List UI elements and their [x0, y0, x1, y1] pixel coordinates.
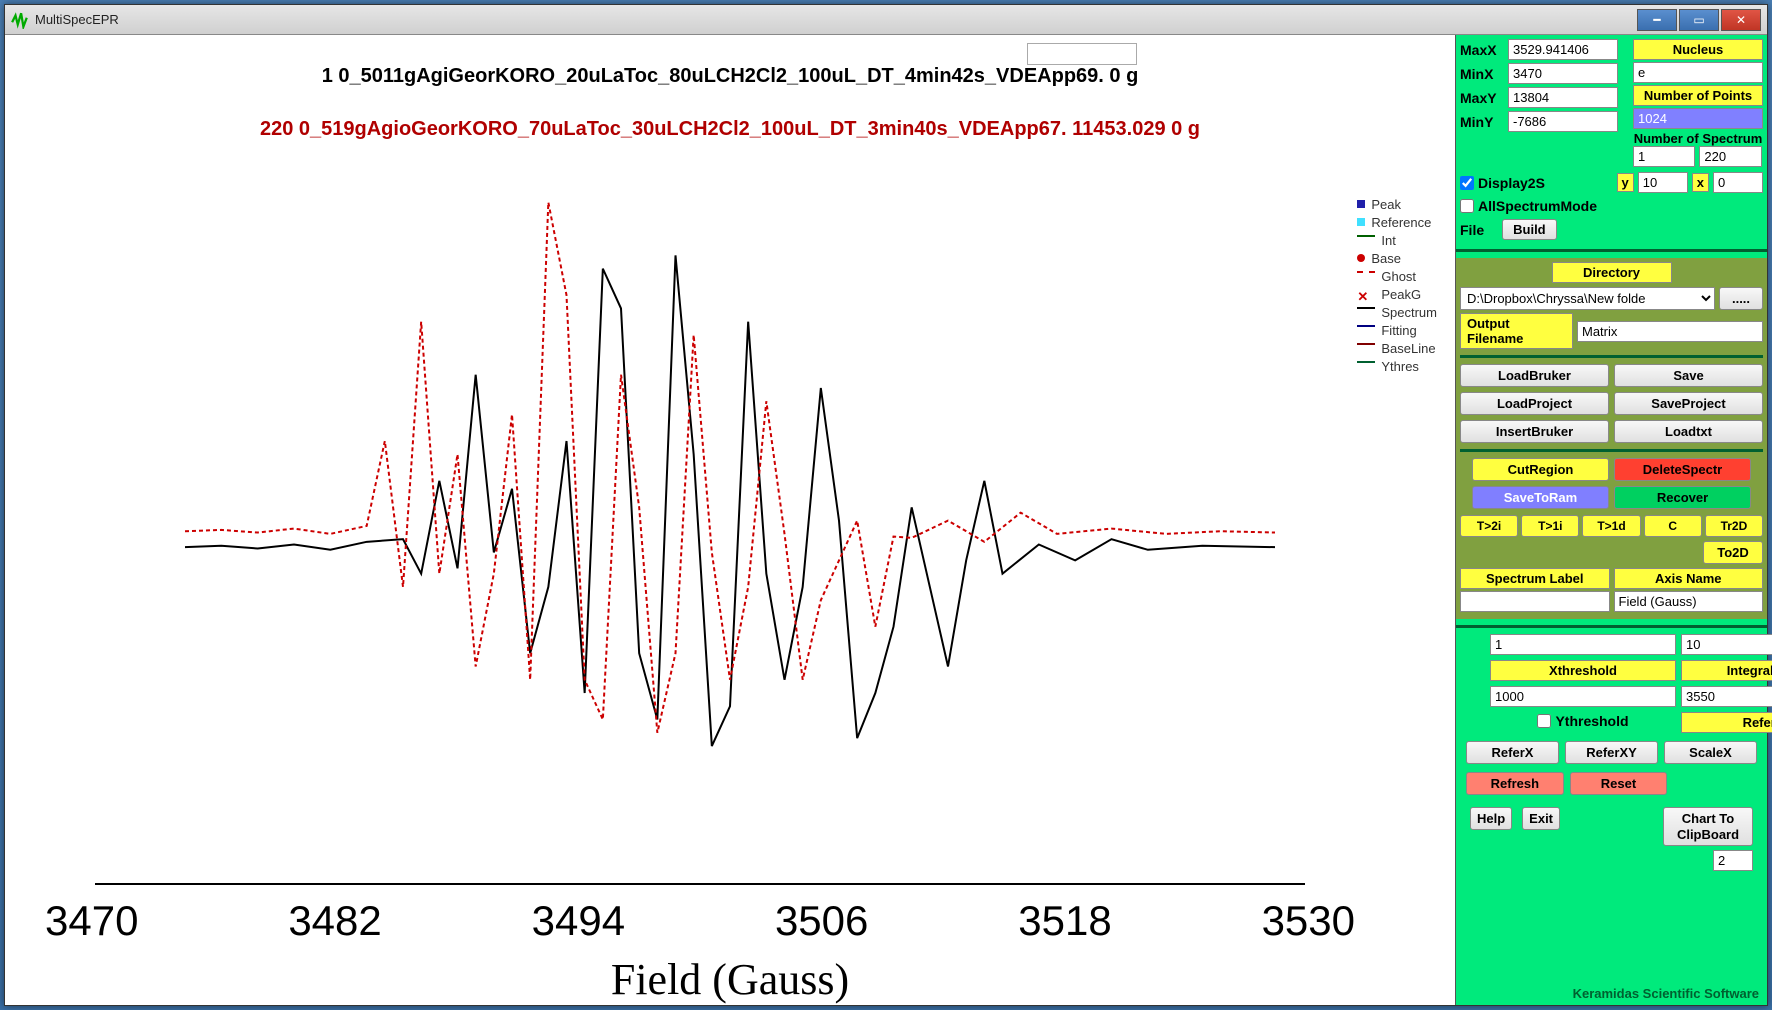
directory-label: Directory [1552, 262, 1672, 283]
chart-title-1: 1 0_5011gAgiGeorKORO_20uLaToc_80uLCH2Cl2… [15, 65, 1445, 88]
display-x-label: x [1692, 173, 1709, 192]
side-panel: MaxX MinX MaxY MinY Nucleus Number of Po… [1455, 35, 1767, 1005]
maxy-label: MaxY [1460, 90, 1504, 106]
x-axis [95, 883, 1305, 885]
app-icon [11, 11, 29, 29]
nspectrum-b-input[interactable] [1699, 146, 1761, 167]
xthreshold-input[interactable] [1490, 686, 1676, 707]
footer-credit: Keramidas Scientific Software [1573, 986, 1759, 1001]
nspectrum-a-input[interactable] [1633, 146, 1695, 167]
nucleus-label: Nucleus [1633, 39, 1763, 60]
referx-button[interactable]: ReferX [1466, 741, 1559, 764]
savetoram-button[interactable]: SaveToRam [1472, 486, 1609, 509]
chart-to-clipboard-button[interactable]: Chart To ClipBoard [1663, 807, 1753, 846]
loadtxt-button[interactable]: Loadtxt [1614, 420, 1763, 443]
legend-ghost: Ghost [1381, 269, 1416, 284]
legend-peakg: PeakG [1381, 287, 1421, 302]
display2s-checkbox[interactable] [1460, 176, 1474, 190]
save-button[interactable]: Save [1614, 364, 1763, 387]
reset-button[interactable]: Reset [1570, 772, 1668, 795]
refresh-button[interactable]: Refresh [1466, 772, 1564, 795]
minx-label: MinX [1460, 66, 1504, 82]
minimize-button[interactable]: ━ [1637, 9, 1677, 31]
display-x-input[interactable] [1713, 172, 1763, 193]
loadproject-button[interactable]: LoadProject [1460, 392, 1609, 415]
integral-region-label: Integral Region [1681, 660, 1772, 681]
legend-reference: Reference [1371, 215, 1431, 230]
file-label: File [1460, 222, 1484, 238]
deletespectr-button[interactable]: DeleteSpectr [1614, 458, 1751, 481]
output-filename-label: Output Filename [1460, 313, 1573, 349]
window-title: MultiSpecEPR [35, 12, 1637, 27]
top-search-input[interactable] [1027, 43, 1137, 65]
miny-label: MinY [1460, 114, 1504, 130]
nucleus-input[interactable] [1633, 62, 1763, 83]
axis-name-label: Axis Name [1614, 568, 1764, 589]
reference-label: Reference [1681, 712, 1772, 733]
t2i-button[interactable]: T>2i [1460, 515, 1518, 537]
display-y-label: y [1617, 173, 1634, 192]
legend-int: Int [1381, 233, 1395, 248]
tr2d-button[interactable]: Tr2D [1705, 515, 1763, 537]
output-filename-input[interactable] [1577, 321, 1763, 342]
maxx-label: MaxX [1460, 42, 1504, 58]
npoints-input[interactable] [1633, 108, 1763, 129]
legend-ythres: Ythres [1381, 359, 1419, 374]
display-y-input[interactable] [1638, 172, 1688, 193]
legend-spectrum: Spectrum [1381, 305, 1437, 320]
directory-browse-button[interactable]: ..... [1719, 287, 1763, 310]
x-ticks: 3470 3482 3494 3506 3518 3530 [45, 897, 1355, 945]
scalex-button[interactable]: ScaleX [1664, 741, 1757, 764]
referxy-button[interactable]: ReferXY [1565, 741, 1658, 764]
spectrum-chart [165, 141, 1295, 781]
nspectrum-label: Number of Spectrum [1633, 131, 1763, 146]
thresh-b-input[interactable] [1681, 634, 1772, 655]
chart-clipboard-n-input[interactable] [1713, 850, 1753, 871]
build-button[interactable]: Build [1502, 219, 1557, 240]
x-axis-label: Field (Gauss) [5, 954, 1455, 1005]
cutregion-button[interactable]: CutRegion [1472, 458, 1609, 481]
legend-base: Base [1371, 251, 1401, 266]
xthreshold-label: Xthreshold [1490, 660, 1676, 681]
close-button[interactable]: ✕ [1721, 9, 1761, 31]
allspectrum-checkbox[interactable] [1460, 199, 1474, 213]
miny-input[interactable] [1508, 111, 1618, 132]
chart-area: 1 0_5011gAgiGeorKORO_20uLaToc_80uLCH2Cl2… [5, 35, 1455, 1005]
saveproject-button[interactable]: SaveProject [1614, 392, 1763, 415]
chart-title-2: 220 0_519gAgioGeorKORO_70uLaToc_30uLCH2C… [15, 118, 1445, 141]
spectrum-label-input[interactable] [1460, 591, 1610, 612]
exit-button[interactable]: Exit [1522, 807, 1560, 830]
recover-button[interactable]: Recover [1614, 486, 1751, 509]
minx-input[interactable] [1508, 63, 1618, 84]
integral-region-input[interactable] [1681, 686, 1772, 707]
ythreshold-label: Ythreshold [1555, 713, 1628, 729]
ythreshold-checkbox[interactable] [1537, 714, 1551, 728]
allspectrum-label: AllSpectrumMode [1478, 198, 1597, 214]
npoints-label: Number of Points [1633, 85, 1763, 106]
legend: Peak Reference Int Base Ghost ✕PeakG Spe… [1357, 195, 1437, 375]
display2s-label: Display2S [1478, 175, 1545, 191]
legend-baseline: BaseLine [1381, 341, 1435, 356]
maxx-input[interactable] [1508, 39, 1618, 60]
t1d-button[interactable]: T>1d [1582, 515, 1640, 537]
help-button[interactable]: Help [1470, 807, 1512, 830]
thresh-a-input[interactable] [1490, 634, 1676, 655]
legend-fitting: Fitting [1381, 323, 1416, 338]
legend-peak: Peak [1371, 197, 1401, 212]
t1i-button[interactable]: T>1i [1521, 515, 1579, 537]
insertbruker-button[interactable]: InsertBruker [1460, 420, 1609, 443]
maxy-input[interactable] [1508, 87, 1618, 108]
titlebar: MultiSpecEPR ━ ▭ ✕ [5, 5, 1767, 35]
axis-name-input[interactable] [1614, 591, 1764, 612]
spectrum-label-label: Spectrum Label [1460, 568, 1610, 589]
c-button[interactable]: C [1644, 515, 1702, 537]
directory-select[interactable]: D:\Dropbox\Chryssa\New folde [1460, 287, 1715, 310]
loadbruker-button[interactable]: LoadBruker [1460, 364, 1609, 387]
maximize-button[interactable]: ▭ [1679, 9, 1719, 31]
to2d-button[interactable]: To2D [1703, 541, 1763, 564]
